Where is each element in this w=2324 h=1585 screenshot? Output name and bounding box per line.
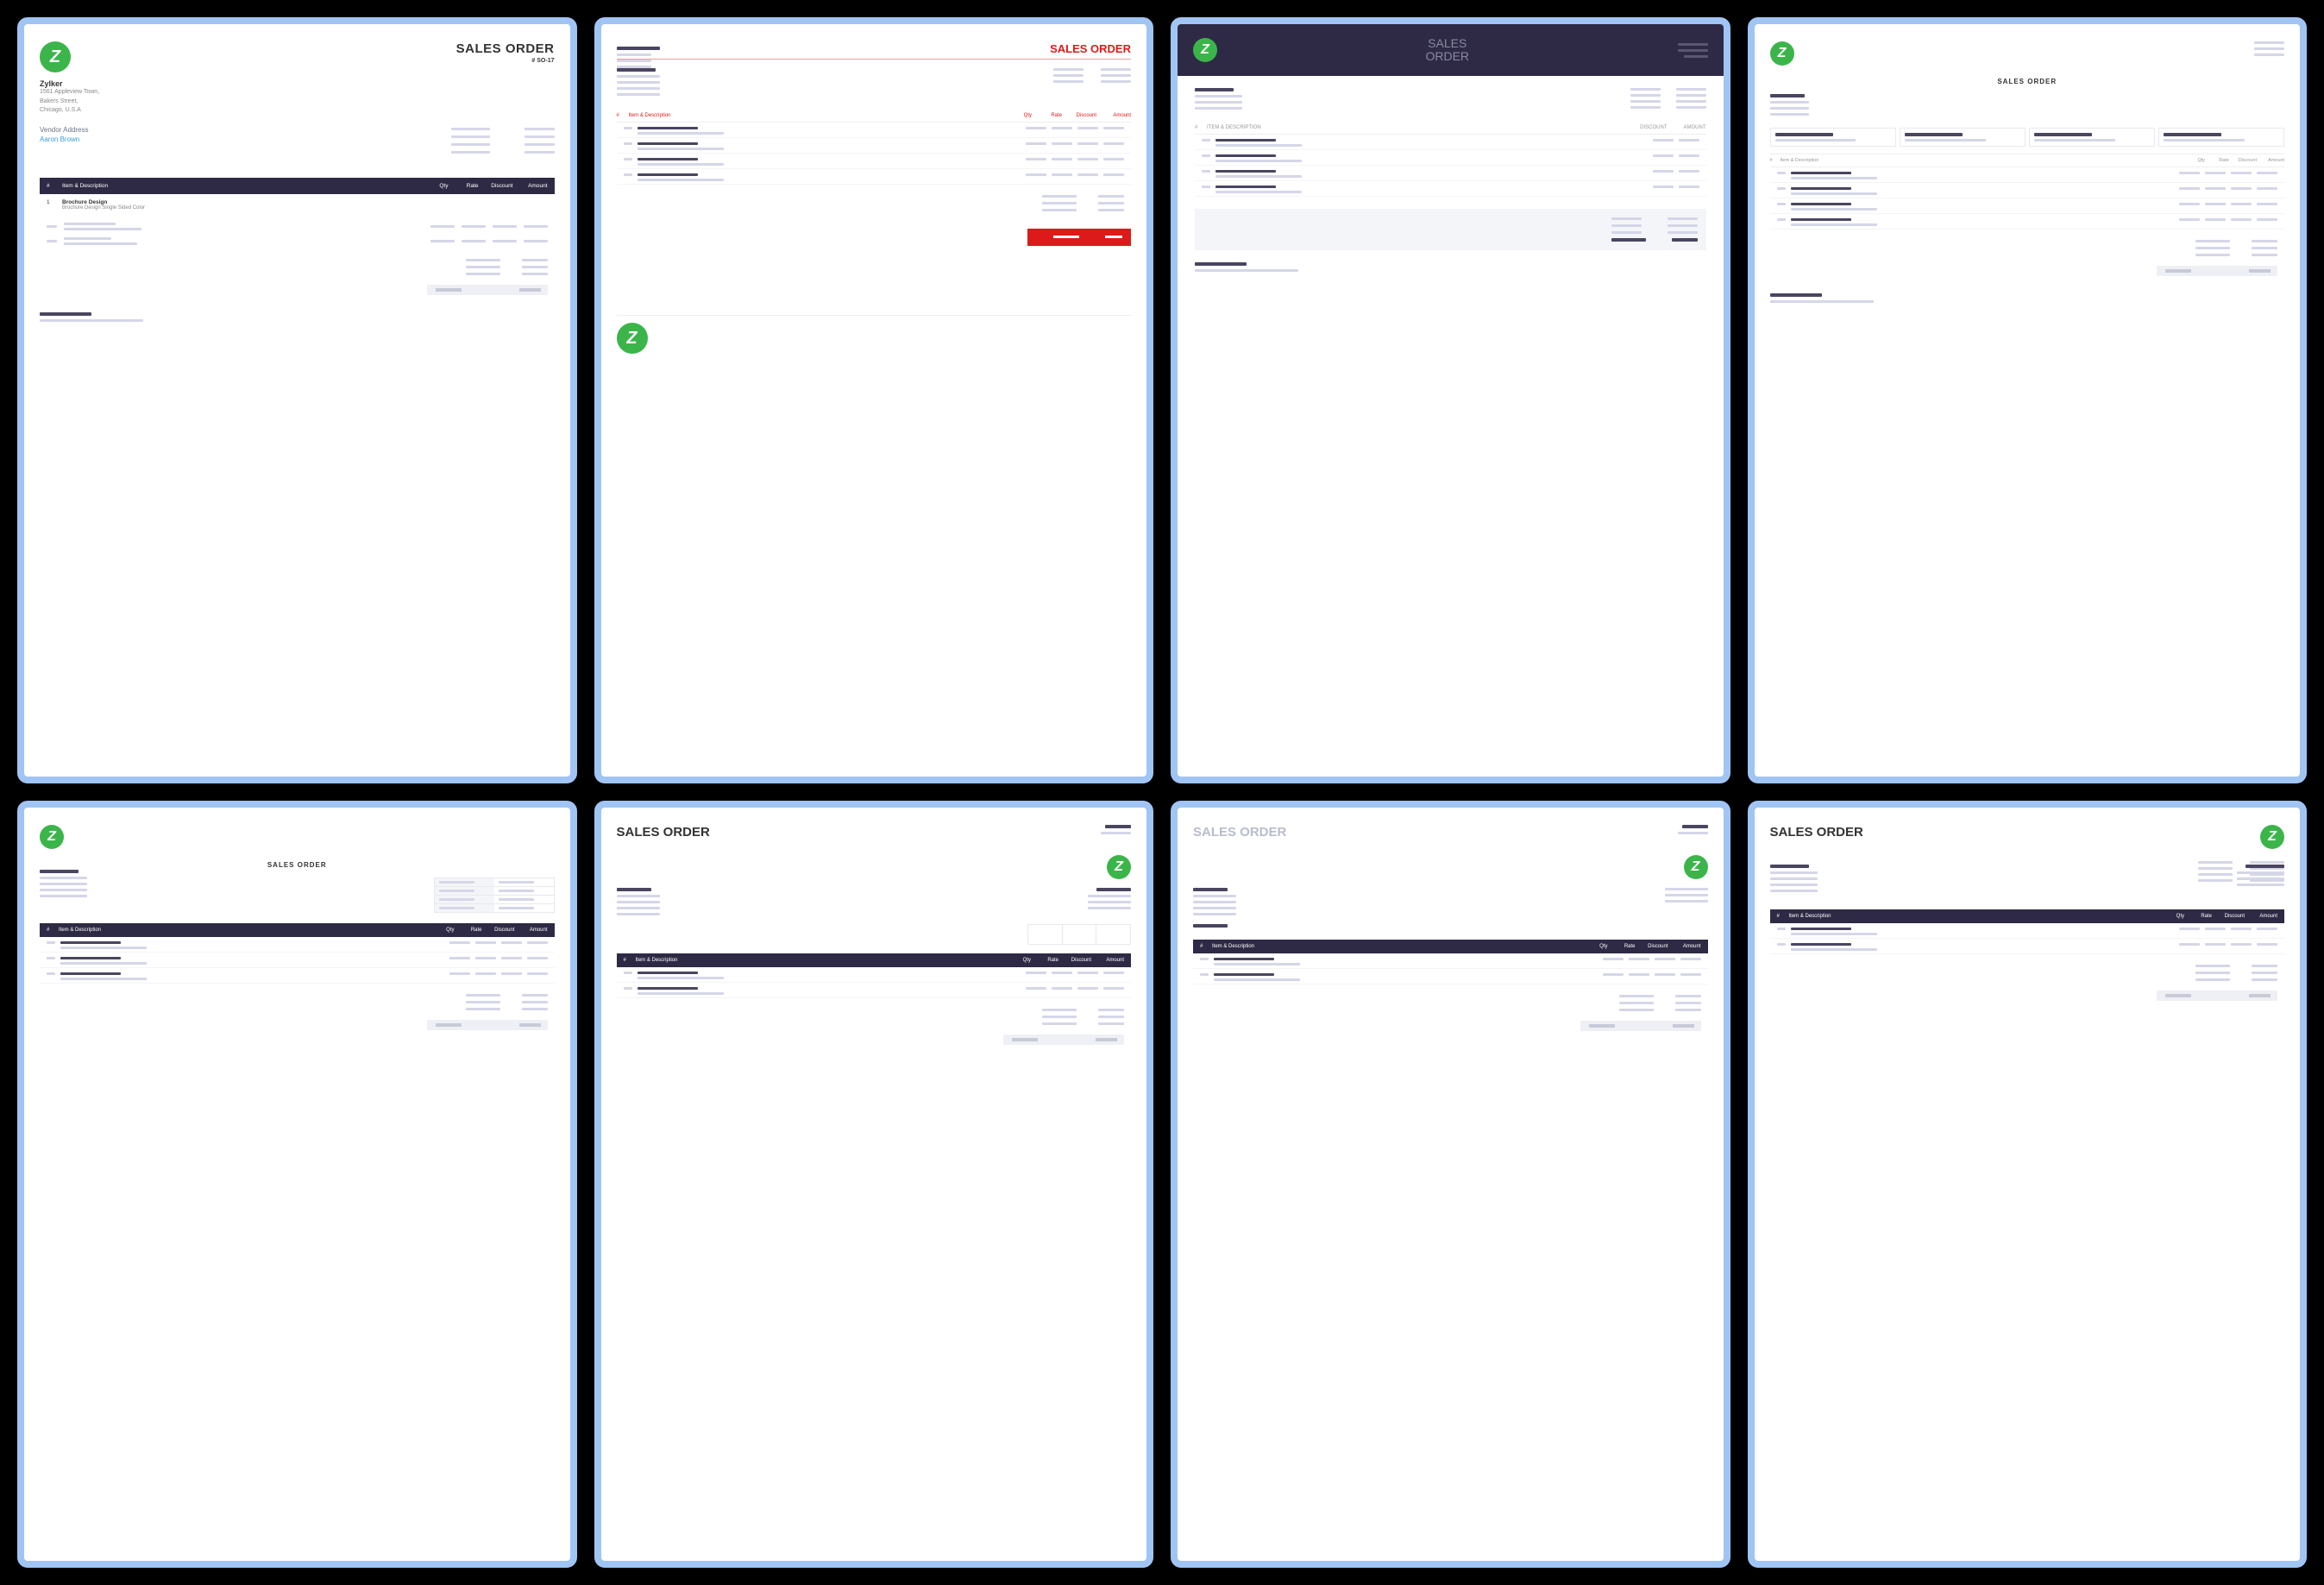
table-header: # Item & Description Qty Rate Discount A…	[40, 178, 555, 194]
logo-icon: Z	[40, 41, 71, 72]
doc-title: SALES ORDER	[1770, 825, 1863, 840]
table-header: # Item & Description Qty Rate Discount A…	[40, 923, 555, 937]
table-row: 1 Brochure DesignBrochure Design Single …	[40, 194, 555, 216]
template-5[interactable]: Z SALES ORDER # Item & Description Qty R…	[17, 801, 577, 1567]
company-address: 1561 Appleview Town, Bakers Street, Chic…	[40, 88, 555, 116]
meta-table	[434, 877, 555, 913]
table-header: # Item & Description Qty Rate Discount A…	[1770, 154, 2285, 167]
table-header: # Item & Description Qty Rate Discount A…	[1770, 909, 2285, 923]
template-8[interactable]: SALES ORDER Z # Item & Description Qty R…	[1748, 801, 2308, 1567]
table-header: # Item & Description Qty Rate Discount A…	[1193, 940, 1708, 953]
doc-title: SALES ORDER	[1770, 78, 2285, 85]
template-2[interactable]: SALES ORDER # Item & Description Qty Rat…	[594, 17, 1154, 783]
template-7[interactable]: SALES ORDER Z # Item & Description Qty R…	[1171, 801, 1730, 1567]
company-name: Zylker	[40, 79, 555, 88]
template-6[interactable]: SALES ORDER Z # Item & Description Qty R…	[594, 801, 1154, 1567]
table-header: # Item & Description Qty Rate Discount A…	[617, 110, 1132, 123]
order-number: # SO-17	[456, 58, 555, 64]
logo-icon: Z	[1684, 855, 1708, 879]
logo-icon: Z	[617, 323, 648, 354]
table-header: # Item & Description Qty Rate Discount A…	[617, 953, 1132, 967]
logo-icon: Z	[1770, 41, 1794, 66]
template-gallery: Z SALES ORDER # SO-17 Zylker 1561 Applev…	[17, 17, 2307, 1568]
meta-boxes	[1027, 924, 1131, 945]
doc-title: SALES ORDER	[617, 825, 710, 840]
logo-icon: Z	[40, 825, 64, 849]
template-3[interactable]: Z SALESORDER # ITEM & DESCRIPTION DISCOU…	[1171, 17, 1730, 783]
banner: Z SALESORDER	[1178, 24, 1724, 76]
doc-title: SALES ORDER	[456, 41, 555, 56]
logo-icon: Z	[1193, 38, 1217, 62]
template-4[interactable]: Z SALES ORDER # Item & Description Qty R…	[1748, 17, 2308, 783]
template-1[interactable]: Z SALES ORDER # SO-17 Zylker 1561 Applev…	[17, 17, 577, 783]
totals-block	[40, 259, 555, 295]
total-bar	[1027, 229, 1131, 246]
logo-icon: Z	[1107, 855, 1131, 879]
doc-title: SALES ORDER	[1193, 825, 1286, 840]
meta-boxes	[1770, 128, 2285, 147]
table-header: # ITEM & DESCRIPTION DISCOUNT AMOUNT	[1195, 122, 1706, 135]
logo-icon: Z	[2260, 825, 2284, 849]
doc-title: SALES ORDER	[40, 861, 555, 869]
totals-block	[1195, 209, 1706, 250]
doc-title: SALES ORDER	[617, 42, 1132, 55]
doc-title: SALESORDER	[1231, 37, 1664, 64]
notes-block	[40, 312, 555, 322]
